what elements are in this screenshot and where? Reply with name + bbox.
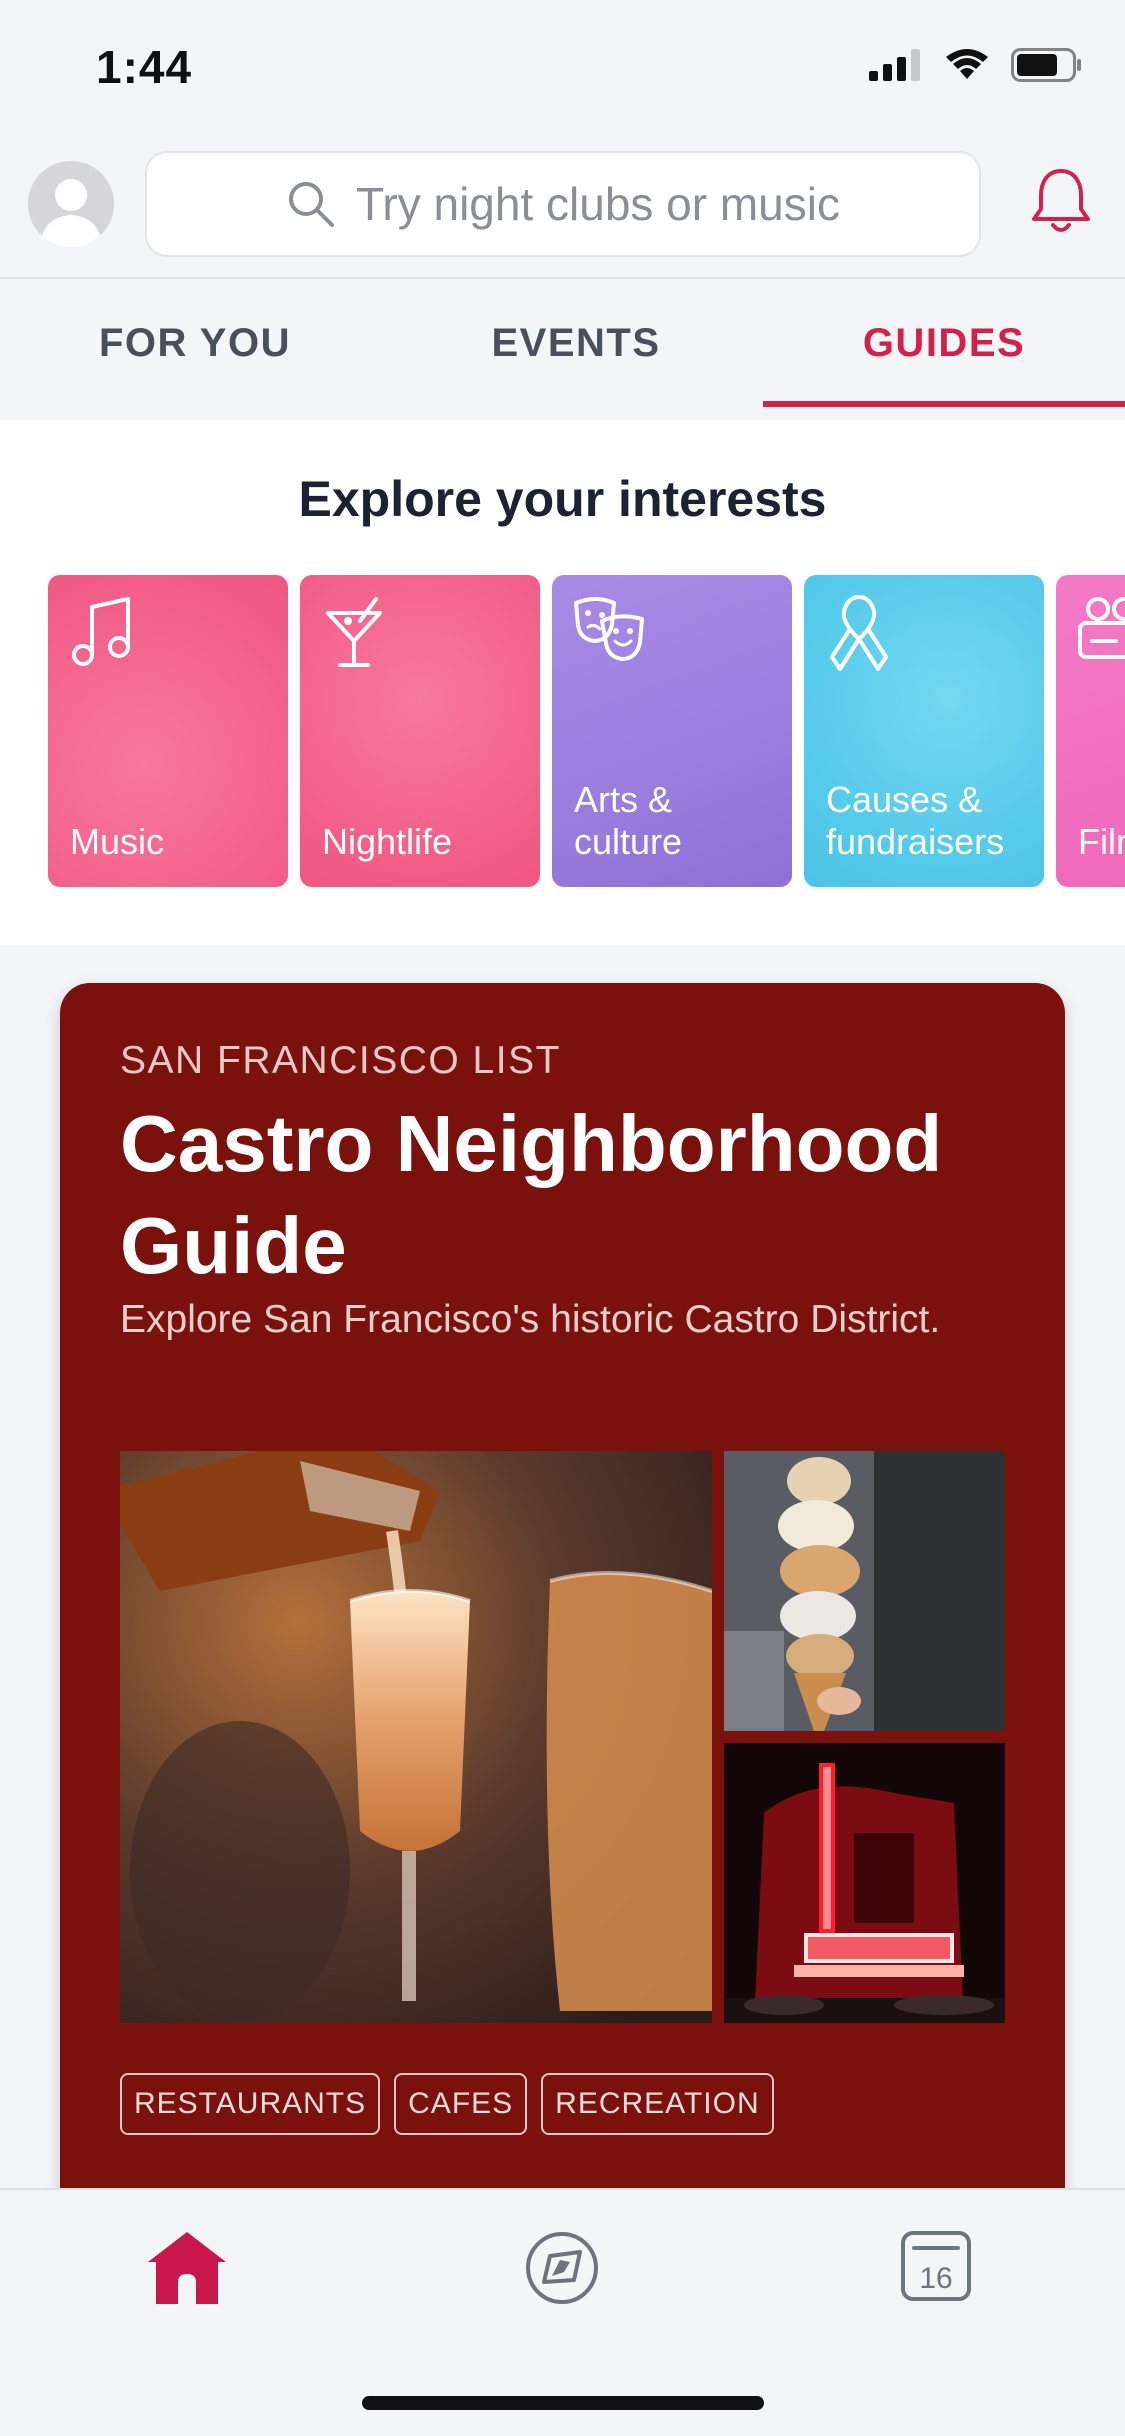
tag-recreation[interactable]: RECREATION — [541, 2073, 774, 2135]
music-note-icon — [72, 597, 130, 666]
interest-label: Film — [1078, 821, 1125, 862]
interest-card-arts-culture[interactable]: Arts & culture — [552, 575, 792, 887]
interest-label: Arts & culture — [574, 779, 683, 862]
theater-masks-icon — [574, 597, 644, 661]
interest-card-film[interactable]: Film — [1056, 575, 1125, 887]
profile-placeholder-icon — [28, 161, 114, 247]
castro-theatre-photo — [724, 1743, 1005, 2023]
interest-carousel[interactable]: Music Nightlife Arts & culture Causes & … — [48, 575, 1125, 887]
home-indicator — [362, 2396, 764, 2410]
interest-card-nightlife[interactable]: Nightlife — [300, 575, 540, 887]
tab-for-you[interactable]: FOR YOU — [0, 279, 390, 407]
wifi-icon — [946, 49, 988, 79]
camera-icon — [1078, 597, 1125, 659]
tag-cafes[interactable]: CAFES — [394, 2073, 528, 2135]
calendar-icon: 16 — [901, 2231, 971, 2301]
tab-events[interactable]: EVENTS — [390, 279, 762, 407]
interest-card-causes[interactable]: Causes & fundraisers — [804, 575, 1044, 887]
interest-label: Nightlife — [322, 821, 453, 862]
notifications-button[interactable] — [1029, 165, 1093, 242]
calendar-day: 16 — [919, 2262, 952, 2295]
search-icon — [289, 182, 334, 227]
search-bar[interactable]: Try night clubs or music — [145, 151, 981, 257]
interests-title: Explore your interests — [298, 471, 827, 527]
guide-photo-collage — [120, 1451, 1005, 2023]
tag-restaurants[interactable]: RESTAURANTS — [120, 2073, 381, 2135]
guide-title: Castro Neighborhood Guide — [120, 1099, 943, 1290]
cocktail-icon — [326, 597, 382, 667]
active-tab-indicator — [763, 401, 1125, 407]
status-icons — [869, 48, 1083, 82]
tabbar-calendar[interactable]: 16 — [900, 2230, 972, 2307]
tab-guides[interactable]: GUIDES — [763, 279, 1125, 407]
champagne-photo — [120, 1451, 712, 2023]
compass-icon — [526, 2232, 598, 2304]
interest-card-music[interactable]: Music — [48, 575, 288, 887]
search-placeholder: Try night clubs or music — [356, 178, 840, 230]
ice-cream-photo — [724, 1451, 1005, 1731]
app-screen: 1:44 Try night clubs or music FOR YOU EV… — [0, 0, 1125, 2436]
guide-kicker: SAN FRANCISCO LIST — [120, 1039, 561, 1082]
battery-icon — [1011, 48, 1081, 82]
cellular-signal-icon — [869, 49, 920, 81]
tabbar-home[interactable] — [146, 2230, 228, 2311]
top-tabs: FOR YOU EVENTS GUIDES — [0, 277, 1125, 407]
ribbon-icon — [830, 595, 888, 671]
status-bar: 1:44 — [0, 0, 1125, 135]
avatar[interactable] — [28, 161, 114, 247]
guide-description: Explore San Francisco's historic Castro … — [120, 1298, 941, 1341]
bell-icon — [1032, 169, 1090, 232]
status-time: 1:44 — [96, 41, 193, 93]
tabbar-explore[interactable] — [524, 2230, 600, 2311]
top-header: Try night clubs or music — [0, 135, 1125, 277]
home-icon — [148, 2232, 226, 2304]
guide-tags: RESTAURANTS CAFES RECREATION — [120, 2073, 774, 2135]
interests-section: Explore your interests Music Nightlife A… — [0, 420, 1125, 945]
interest-label: Causes & fundraisers — [826, 779, 1005, 862]
interest-label: Music — [70, 821, 165, 862]
